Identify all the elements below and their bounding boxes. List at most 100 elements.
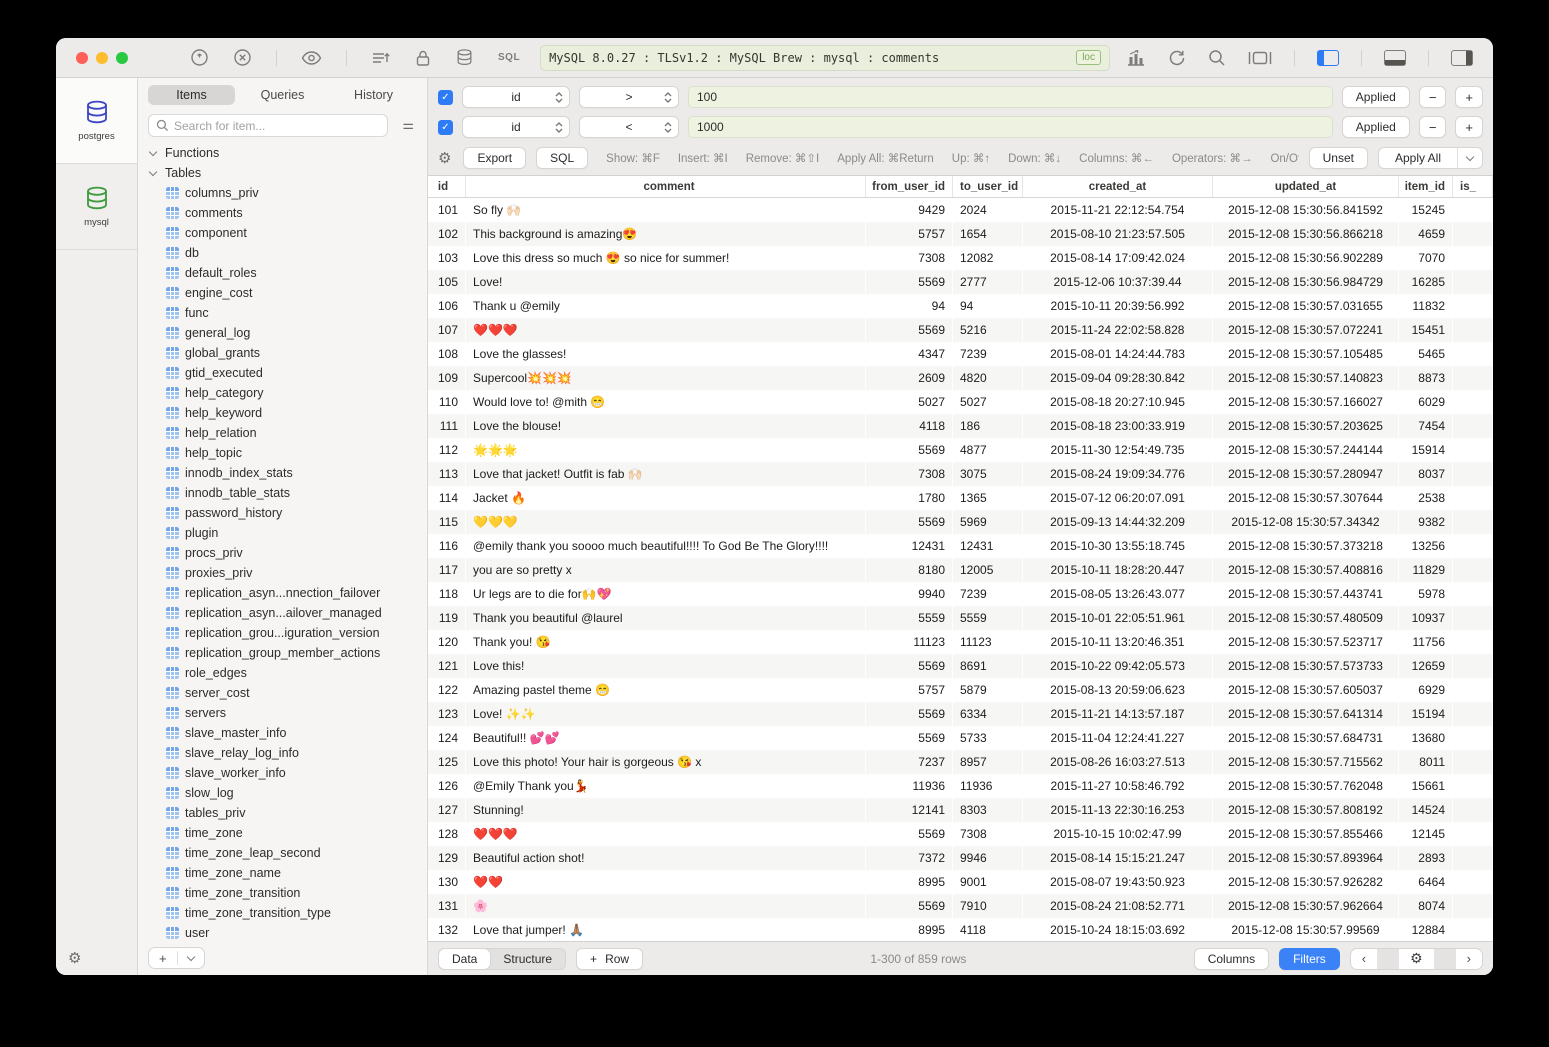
sidebar-table-item[interactable]: help_topic — [148, 443, 427, 463]
cell-is[interactable] — [1453, 846, 1493, 870]
cell-comment[interactable]: Ur legs are to die for🙌💖 — [466, 582, 866, 606]
cell-is[interactable] — [1453, 462, 1493, 486]
cell-id[interactable]: 128 — [428, 822, 466, 846]
cell-id[interactable]: 119 — [428, 606, 466, 630]
cell-created-at[interactable]: 2015-11-30 12:54:49.735 — [1023, 438, 1213, 462]
cell-is[interactable] — [1453, 438, 1493, 462]
cell-item-id[interactable]: 2538 — [1399, 486, 1453, 510]
export-button[interactable]: Export — [463, 147, 526, 169]
cell-id[interactable]: 110 — [428, 390, 466, 414]
sidebar-table-item[interactable]: time_zone_transition — [148, 883, 427, 903]
cell-created-at[interactable]: 2015-09-04 09:28:30.842 — [1023, 366, 1213, 390]
cell-updated-at[interactable]: 2015-12-08 15:30:57.203625 — [1213, 414, 1399, 438]
table-row[interactable]: 109Supercool💥💥💥260948202015-09-04 09:28:… — [428, 366, 1493, 390]
toggle-left-panel-icon[interactable] — [1317, 50, 1339, 66]
close-window-button[interactable] — [76, 52, 88, 64]
cell-is[interactable] — [1453, 366, 1493, 390]
remove-filter-button[interactable]: − — [1419, 116, 1447, 138]
cell-updated-at[interactable]: 2015-12-08 15:30:56.984729 — [1213, 270, 1399, 294]
cell-to-user-id[interactable]: 2024 — [953, 198, 1023, 222]
cell-id[interactable]: 116 — [428, 534, 466, 558]
table-row[interactable]: 128❤️❤️❤️556973082015-10-15 10:02:47.992… — [428, 822, 1493, 846]
sidebar-table-item[interactable]: password_history — [148, 503, 427, 523]
cell-id[interactable]: 107 — [428, 318, 466, 342]
cell-id[interactable]: 117 — [428, 558, 466, 582]
cell-created-at[interactable]: 2015-11-21 22:12:54.754 — [1023, 198, 1213, 222]
refresh-icon[interactable] — [1168, 49, 1186, 67]
cell-updated-at[interactable]: 2015-12-08 15:30:56.902289 — [1213, 246, 1399, 270]
sidebar-table-item[interactable]: slave_relay_log_info — [148, 743, 427, 763]
cell-comment[interactable]: Love that jacket! Outfit is fab 🙌🏻 — [466, 462, 866, 486]
cell-from-user-id[interactable]: 5569 — [866, 822, 953, 846]
cell-comment[interactable]: @emily thank you soooo much beautiful!!!… — [466, 534, 866, 558]
table-row[interactable]: 127Stunning!1214183032015-11-13 22:30:16… — [428, 798, 1493, 822]
add-item-menu-button[interactable] — [178, 948, 204, 968]
table-row[interactable]: 132Love that jumper! 🙏🏽899541182015-10-2… — [428, 918, 1493, 941]
cell-updated-at[interactable]: 2015-12-08 15:30:57.031655 — [1213, 294, 1399, 318]
column-header-item-id[interactable]: item_id — [1399, 176, 1453, 197]
item-search-field[interactable] — [148, 114, 388, 137]
sidebar-table-item[interactable]: help_relation — [148, 423, 427, 443]
lock-icon[interactable] — [415, 49, 431, 67]
cell-comment[interactable]: So fly 🙌🏻 — [466, 198, 866, 222]
cell-created-at[interactable]: 2015-10-01 22:05:51.961 — [1023, 606, 1213, 630]
add-filter-button[interactable]: + — [1455, 86, 1483, 108]
cell-from-user-id[interactable]: 12431 — [866, 534, 953, 558]
apply-all-button[interactable]: Apply All — [1378, 147, 1483, 169]
table-row[interactable]: 117you are so pretty x8180120052015-10-1… — [428, 558, 1493, 582]
cell-from-user-id[interactable]: 7237 — [866, 750, 953, 774]
cell-to-user-id[interactable]: 8957 — [953, 750, 1023, 774]
sidebar-table-item[interactable]: default_roles — [148, 263, 427, 283]
cell-id[interactable]: 115 — [428, 510, 466, 534]
cell-from-user-id[interactable]: 4118 — [866, 414, 953, 438]
cell-updated-at[interactable]: 2015-12-08 15:30:56.841592 — [1213, 198, 1399, 222]
cell-is[interactable] — [1453, 222, 1493, 246]
cell-is[interactable] — [1453, 822, 1493, 846]
cell-is[interactable] — [1453, 726, 1493, 750]
connection-mysql[interactable]: mysql — [56, 164, 137, 250]
sidebar-table-item[interactable]: component — [148, 223, 427, 243]
cell-updated-at[interactable]: 2015-12-08 15:30:57.373218 — [1213, 534, 1399, 558]
previous-page-button[interactable]: ‹ — [1351, 949, 1377, 969]
cell-comment[interactable]: Beautiful action shot! — [466, 846, 866, 870]
preview-eye-icon[interactable] — [301, 50, 322, 66]
cell-item-id[interactable]: 16285 — [1399, 270, 1453, 294]
sidebar-table-item[interactable]: role_edges — [148, 663, 427, 683]
cell-item-id[interactable]: 2893 — [1399, 846, 1453, 870]
sidebar-table-item[interactable]: help_category — [148, 383, 427, 403]
cell-created-at[interactable]: 2015-11-21 14:13:57.187 — [1023, 702, 1213, 726]
cell-is[interactable] — [1453, 534, 1493, 558]
cell-created-at[interactable]: 2015-10-15 10:02:47.99 — [1023, 822, 1213, 846]
cell-id[interactable]: 120 — [428, 630, 466, 654]
table-row[interactable]: 108Love the glasses!434772392015-08-01 1… — [428, 342, 1493, 366]
cell-to-user-id[interactable]: 94 — [953, 294, 1023, 318]
sidebar-table-item[interactable]: innodb_index_stats — [148, 463, 427, 483]
cell-updated-at[interactable]: 2015-12-08 15:30:57.480509 — [1213, 606, 1399, 630]
cell-to-user-id[interactable]: 9001 — [953, 870, 1023, 894]
sidebar-table-item[interactable]: columns_priv — [148, 183, 427, 203]
sidebar-table-item[interactable]: time_zone_transition_type — [148, 903, 427, 923]
cell-item-id[interactable]: 11829 — [1399, 558, 1453, 582]
table-row[interactable]: 101So fly 🙌🏻942920242015-11-21 22:12:54.… — [428, 198, 1493, 222]
cell-id[interactable]: 126 — [428, 774, 466, 798]
cell-to-user-id[interactable]: 5733 — [953, 726, 1023, 750]
cell-to-user-id[interactable]: 2777 — [953, 270, 1023, 294]
cell-id[interactable]: 123 — [428, 702, 466, 726]
add-item-button[interactable]: + — [149, 948, 177, 968]
cell-comment[interactable]: you are so pretty x — [466, 558, 866, 582]
cell-from-user-id[interactable]: 5027 — [866, 390, 953, 414]
connection-postgres[interactable]: postgres — [56, 78, 137, 164]
cell-comment[interactable]: Thank you beautiful @laurel — [466, 606, 866, 630]
cell-to-user-id[interactable]: 7910 — [953, 894, 1023, 918]
cell-item-id[interactable]: 10937 — [1399, 606, 1453, 630]
cell-id[interactable]: 132 — [428, 918, 466, 941]
cell-id[interactable]: 105 — [428, 270, 466, 294]
cell-created-at[interactable]: 2015-08-18 20:27:10.945 — [1023, 390, 1213, 414]
table-row[interactable]: 116@emily thank you soooo much beautiful… — [428, 534, 1493, 558]
cell-to-user-id[interactable]: 6334 — [953, 702, 1023, 726]
cell-comment[interactable]: This background is amazing😍 — [466, 222, 866, 246]
cell-item-id[interactable]: 15245 — [1399, 198, 1453, 222]
cell-to-user-id[interactable]: 4877 — [953, 438, 1023, 462]
cell-comment[interactable]: 💛💛💛 — [466, 510, 866, 534]
tab-history[interactable]: History — [330, 85, 417, 105]
